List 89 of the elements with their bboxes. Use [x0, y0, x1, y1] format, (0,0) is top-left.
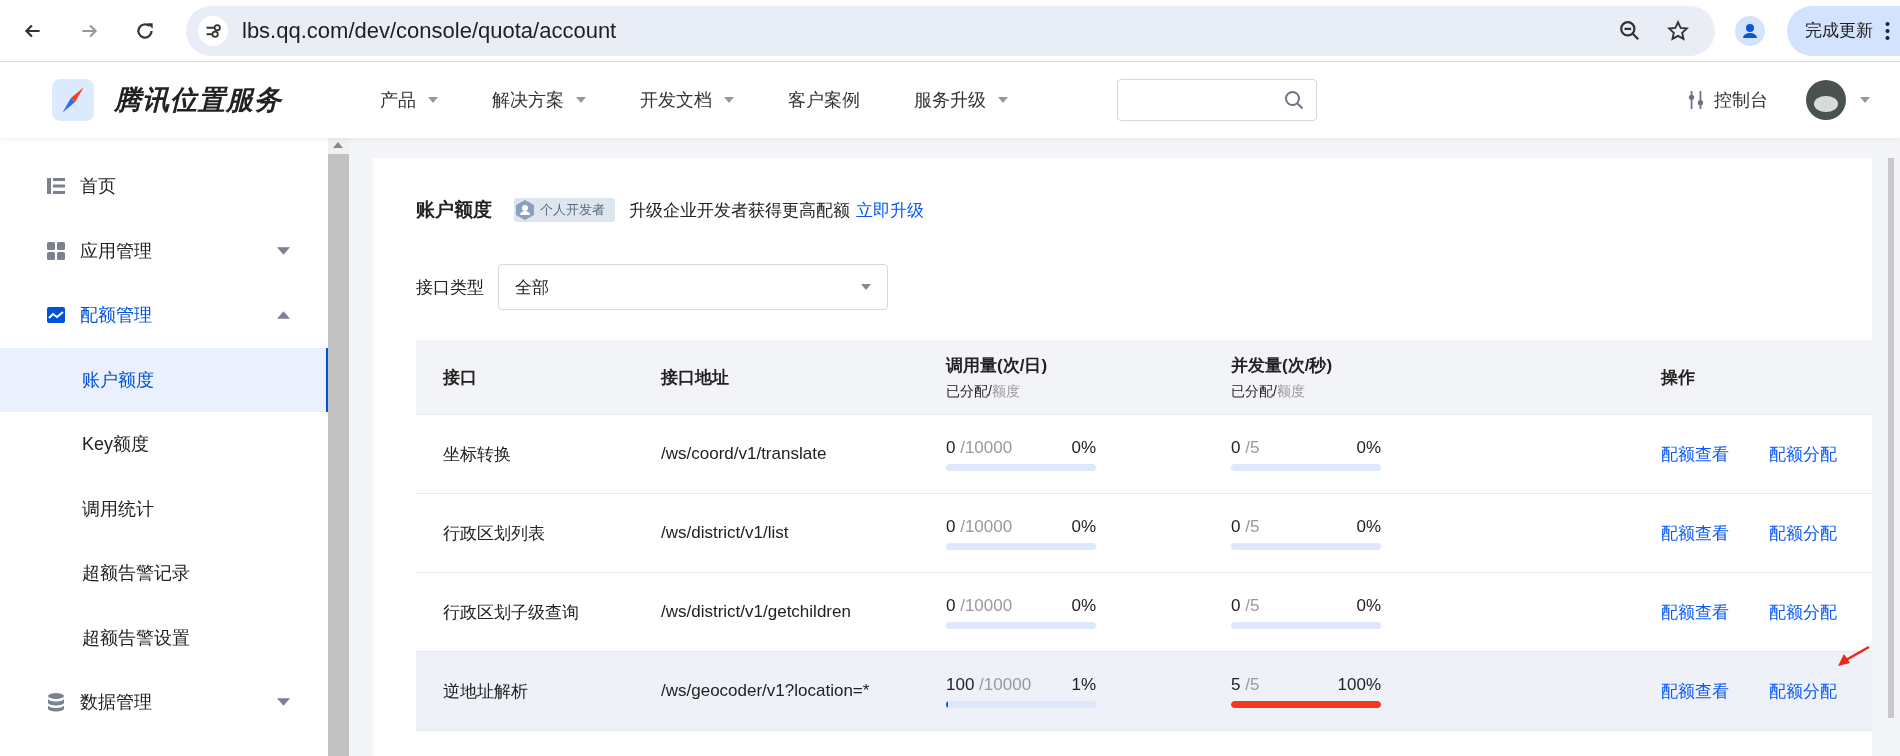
table-cell-text: 行政区划列表: [443, 522, 545, 545]
search-icon[interactable]: [1284, 90, 1304, 110]
table-cell-text: 逆地址解析: [443, 680, 528, 703]
usage-percent: 0%: [1356, 437, 1381, 458]
usage-percent: 0%: [1071, 437, 1096, 458]
brand-name[interactable]: 腾讯位置服务: [114, 82, 282, 118]
action-link[interactable]: 配额查看: [1661, 442, 1729, 466]
table-cell-text: 行政区划子级查询: [443, 601, 579, 624]
nav-link[interactable]: 服务升级: [914, 88, 986, 112]
nav-link[interactable]: 客户案例: [788, 88, 860, 112]
usage-value: 5 /5: [1231, 674, 1260, 695]
more-icon[interactable]: [1885, 21, 1890, 40]
usage-percent: 0%: [1356, 516, 1381, 537]
usage-percent: 100%: [1337, 674, 1381, 695]
upgrade-notice: 升级企业开发者获得更高配额: [629, 199, 850, 222]
sidebar-subitem[interactable]: 调用统计: [0, 476, 328, 541]
usage-percent: 0%: [1071, 516, 1096, 537]
usage-value: 100 /10000: [946, 674, 1032, 695]
zoom-out-icon[interactable]: [1619, 19, 1641, 42]
sidebar-subitem[interactable]: Key额度: [0, 412, 328, 477]
filter-label: 接口类型: [416, 276, 484, 299]
profile-icon[interactable]: [1735, 15, 1765, 46]
usage-percent: 0%: [1071, 595, 1096, 616]
database-icon: [46, 692, 66, 713]
table-cell: /ws/geocoder/v1?location=*: [661, 681, 870, 701]
table-cell-text: 坐标转换: [443, 443, 511, 466]
avatar[interactable]: [1806, 80, 1846, 120]
chart-icon: [46, 305, 66, 326]
sidebar-subitem[interactable]: 超额告警设置: [0, 605, 328, 670]
usage-value: 0 /5: [1231, 595, 1260, 616]
scroll-up-icon[interactable]: [333, 142, 343, 148]
caret-icon[interactable]: [724, 97, 734, 103]
column-header: 接口: [443, 366, 478, 389]
star-icon[interactable]: [1667, 19, 1689, 42]
sidebar-item[interactable]: 应用管理: [0, 218, 328, 283]
grid-icon: [46, 240, 66, 261]
nav-link[interactable]: 产品: [380, 88, 416, 112]
sidebar-subitem[interactable]: 超额告警记录: [0, 541, 328, 606]
usage-percent: 1%: [1071, 674, 1096, 695]
action-link[interactable]: 配额查看: [1661, 600, 1729, 624]
url-text: lbs.qq.com/dev/console/quota/account: [242, 17, 618, 44]
usage-value: 0 /5: [1231, 437, 1260, 458]
scrollbar[interactable]: [328, 138, 349, 756]
logo-icon[interactable]: [52, 79, 94, 121]
usage-value: 0 /10000: [946, 437, 1013, 458]
usage-value: 0 /5: [1231, 516, 1260, 537]
caret-icon[interactable]: [861, 284, 871, 290]
console-link[interactable]: 控制台: [1714, 88, 1768, 112]
action-link[interactable]: 配额查看: [1661, 679, 1729, 703]
action-link[interactable]: 配额分配: [1769, 600, 1837, 624]
interface-type-select[interactable]: 全部: [498, 264, 888, 310]
table-cell: /ws/district/v1/getchildren: [661, 602, 851, 622]
sidebar-subitem[interactable]: 账户额度: [0, 347, 328, 412]
action-link[interactable]: 配额分配: [1769, 521, 1837, 545]
column-subheader: 已分配/额度: [946, 382, 1021, 401]
nav-link[interactable]: 开发文档: [640, 88, 712, 112]
table-cell: /ws/district/v1/list: [661, 523, 789, 543]
page-title: 账户额度: [416, 198, 492, 222]
update-button[interactable]: 完成更新: [1787, 5, 1900, 56]
sliders-icon[interactable]: [1688, 90, 1704, 110]
usage-value: 0 /10000: [946, 516, 1013, 537]
sidebar-item[interactable]: 首页: [0, 154, 328, 219]
column-subheader: 已分配/额度: [1231, 382, 1306, 401]
search-field[interactable]: [1117, 79, 1317, 121]
sidebar-item[interactable]: 数据管理: [0, 670, 328, 735]
caret-icon[interactable]: [998, 97, 1008, 103]
caret-icon[interactable]: [277, 698, 290, 707]
nav-link[interactable]: 解决方案: [492, 88, 564, 112]
caret-icon[interactable]: [1860, 97, 1870, 103]
sidebar-item[interactable]: 配额管理: [0, 283, 328, 348]
upgrade-link[interactable]: 立即升级: [856, 198, 924, 222]
action-link[interactable]: 配额分配: [1769, 679, 1837, 703]
table-cell: /ws/coord/v1/translate: [661, 444, 827, 464]
column-header: 操作: [1661, 366, 1696, 389]
action-link[interactable]: 配额查看: [1661, 521, 1729, 545]
list-icon: [46, 176, 66, 197]
caret-icon[interactable]: [428, 97, 438, 103]
site-settings-icon[interactable]: [198, 15, 228, 46]
caret-icon[interactable]: [576, 97, 586, 103]
usage-percent: 0%: [1356, 595, 1381, 616]
column-header: 并发量(次/秒): [1231, 354, 1334, 377]
column-header: 接口地址: [661, 366, 730, 389]
usage-value: 0 /10000: [946, 595, 1013, 616]
address-bar[interactable]: lbs.qq.com/dev/console/quota/account: [186, 5, 1715, 56]
caret-icon[interactable]: [277, 311, 290, 320]
developer-badge: 个人开发者: [514, 198, 615, 222]
column-header: 调用量(次/日): [946, 354, 1049, 377]
action-link[interactable]: 配额分配: [1769, 442, 1837, 466]
caret-icon[interactable]: [277, 246, 290, 255]
